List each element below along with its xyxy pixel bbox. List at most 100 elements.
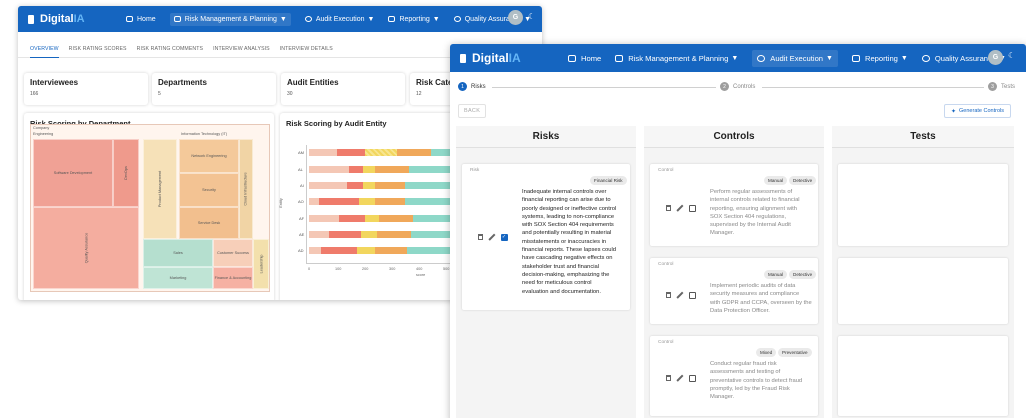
edit-icon[interactable] <box>676 374 684 382</box>
bar-segment[interactable] <box>405 182 455 189</box>
bar-segment[interactable] <box>375 166 409 173</box>
delete-icon[interactable] <box>666 375 671 381</box>
tab-risk-rating-scores[interactable]: RISK RATING SCORES <box>69 42 127 58</box>
control-card-actions <box>666 204 696 212</box>
avatar[interactable]: G <box>988 50 1003 65</box>
treemap-cell-security[interactable]: Security <box>179 173 239 207</box>
treemap-cell-marketing[interactable]: Marketing <box>143 267 213 289</box>
select-checkbox[interactable] <box>688 374 696 382</box>
tab-risk-rating-comments[interactable]: RISK RATING COMMENTS <box>137 42 203 58</box>
risks-column-header: Risks <box>456 126 636 148</box>
treemap-cell-service-desk[interactable]: Service Desk <box>179 207 239 239</box>
treemap-header-it: Information Technology (IT) <box>181 132 228 136</box>
bar-segment[interactable] <box>379 215 413 222</box>
bar-segment[interactable] <box>357 247 375 254</box>
select-checkbox[interactable]: ✓ <box>500 233 508 241</box>
x-tick: 400 <box>416 267 423 271</box>
treemap-cell-cloud[interactable]: Cloud Infrastructure <box>239 139 253 239</box>
nav-reporting-label: Reporting <box>399 15 430 23</box>
select-checkbox[interactable] <box>688 204 696 212</box>
nav-audit-execution[interactable]: Audit Execution ▼ <box>304 16 374 23</box>
edit-icon[interactable] <box>676 204 684 212</box>
control-card[interactable]: Control Mixed Preventative Conduct regul… <box>650 336 818 416</box>
back-button[interactable]: BACK <box>458 104 487 118</box>
delete-icon[interactable] <box>666 292 671 298</box>
treemap-cell-finance[interactable]: Finance & Accounting <box>213 267 253 289</box>
treemap-cell-devops[interactable]: DevOps <box>113 139 139 207</box>
bar-segment[interactable] <box>397 149 431 156</box>
bar-segment[interactable] <box>309 149 337 156</box>
nav-quality-label: Quality Assurance <box>934 53 997 63</box>
nav-home[interactable]: Home <box>126 16 156 23</box>
select-checkbox[interactable] <box>688 291 696 299</box>
bar-segment[interactable] <box>363 182 375 189</box>
edit-icon[interactable] <box>676 291 684 299</box>
treemap-cell-qa[interactable]: Quality Assurance <box>33 207 139 289</box>
app-logo[interactable]: Digital IA <box>28 13 85 25</box>
bar-segment[interactable] <box>309 215 339 222</box>
bar-segment[interactable] <box>309 247 321 254</box>
bar-segment[interactable] <box>377 231 411 238</box>
calendar-icon <box>173 16 181 22</box>
control-description: Conduct regular fraud risk assessments a… <box>710 361 803 401</box>
nav-risk-management[interactable]: Risk Management & Planning ▼ <box>169 12 291 26</box>
treemap-cell-software-development[interactable]: Software Development <box>33 139 113 207</box>
nav-risk-management[interactable]: Risk Management & Planning ▼ <box>615 54 738 63</box>
bar-segment[interactable] <box>329 231 361 238</box>
control-description: Perform regular assessments of internal … <box>710 189 800 237</box>
bar-segment[interactable] <box>365 149 397 156</box>
step-controls[interactable]: 2 Controls <box>720 82 755 91</box>
bar-segment[interactable] <box>361 231 377 238</box>
treemap-header-company: Company <box>33 126 50 130</box>
tab-interview-details[interactable]: INTERVIEW DETAILS <box>280 42 333 58</box>
bar-segment[interactable] <box>375 198 405 205</box>
app-logo[interactable]: Digital IA <box>460 51 521 65</box>
nav-reporting[interactable]: Reporting ▼ <box>388 15 440 23</box>
generate-controls-button[interactable]: ✦ Generate Controls <box>944 104 1011 118</box>
nav-reporting[interactable]: Reporting ▼ <box>851 54 908 63</box>
treemap-cell-leadership[interactable]: Leadership <box>253 239 269 289</box>
treemap-cell-product-management[interactable]: Product Management <box>143 139 177 239</box>
step-tests[interactable]: 3 Tests <box>988 82 1015 91</box>
bar-segment[interactable] <box>363 166 375 173</box>
bar-segment[interactable] <box>337 149 365 156</box>
workflow-window: Digital IA Home Risk Management & Plannin… <box>450 44 1026 418</box>
theme-toggle-icon[interactable]: ☾ <box>528 12 535 21</box>
stat-value: 5 <box>158 91 161 97</box>
risk-card[interactable]: Risk Financial Risk ✓ Inadequate interna… <box>462 164 630 310</box>
step-label: Tests <box>1001 83 1016 90</box>
delete-icon[interactable] <box>478 234 483 240</box>
step-risks[interactable]: 1 Risks <box>458 82 486 91</box>
tab-overview[interactable]: OVERVIEW <box>30 42 59 58</box>
bar-segment[interactable] <box>309 198 319 205</box>
step-label: Risks <box>471 83 486 90</box>
bar-segment[interactable] <box>347 182 363 189</box>
delete-icon[interactable] <box>666 205 671 211</box>
bar-segment[interactable] <box>339 215 365 222</box>
step-number: 1 <box>458 82 467 91</box>
bar-segment[interactable] <box>309 166 349 173</box>
control-card[interactable]: Control Manual Detective Implement perio… <box>650 258 818 324</box>
treemap-cell-sales[interactable]: Sales <box>143 239 213 267</box>
edit-icon[interactable] <box>488 233 496 241</box>
control-card[interactable]: Control Manual Detective Perform regular… <box>650 164 818 246</box>
nav-audit-execution[interactable]: Audit Execution ▼ <box>752 49 838 67</box>
bar-segment[interactable] <box>375 182 405 189</box>
treemap-cell-network-engineering[interactable]: Network Engineering <box>179 139 239 173</box>
bar-segment[interactable] <box>349 166 363 173</box>
theme-toggle-icon[interactable]: ☾ <box>1008 51 1015 60</box>
bar-segment[interactable] <box>321 247 357 254</box>
bar-segment[interactable] <box>365 215 379 222</box>
treemap-cell-customer-success[interactable]: Customer Success <box>213 239 253 267</box>
risk-description: Inadequate internal controls over financ… <box>522 189 617 295</box>
avatar[interactable]: G <box>508 10 523 25</box>
bar-segment[interactable] <box>375 247 407 254</box>
bar-segment[interactable] <box>319 198 359 205</box>
x-axis-label: score <box>416 273 426 277</box>
bar-segment[interactable] <box>359 198 375 205</box>
nav-audit-label: Audit Execution <box>770 53 824 63</box>
tab-interview-analysis[interactable]: INTERVIEW ANALYSIS <box>213 42 270 58</box>
bar-segment[interactable] <box>309 182 347 189</box>
nav-home[interactable]: Home <box>568 54 601 63</box>
bar-segment[interactable] <box>309 231 329 238</box>
